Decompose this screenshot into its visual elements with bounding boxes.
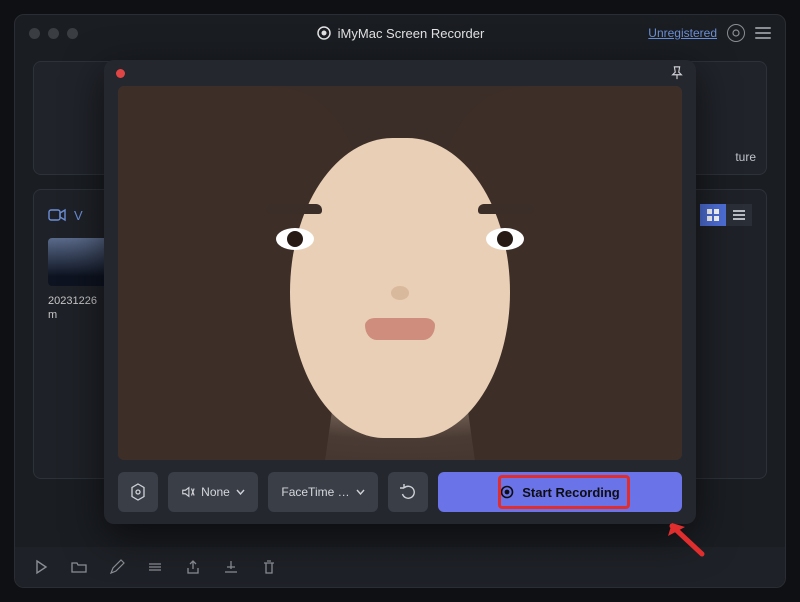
section-title-partial: V [74,208,83,223]
play-icon[interactable] [33,559,49,575]
webcam-popup: None FaceTime … Start Recording [104,60,696,524]
settings-icon[interactable] [727,24,745,42]
tool-icon-1[interactable] [147,559,163,575]
camera-select[interactable]: FaceTime … [268,472,378,512]
camera-icon [48,208,66,222]
footer-toolbar [15,547,785,587]
recording-filename: 20231226 m [48,294,110,323]
trash-icon[interactable] [261,559,277,575]
settings-button[interactable] [118,472,158,512]
list-view-button[interactable] [726,204,752,226]
maximize-dot[interactable] [67,28,78,39]
reset-button[interactable] [388,472,428,512]
hexagon-settings-icon [129,483,147,501]
undo-icon [400,484,416,500]
camera-preview [118,86,682,460]
close-dot[interactable] [29,28,40,39]
popup-header [104,60,696,86]
title-right: Unregistered [648,24,771,42]
grid-view-button[interactable] [700,204,726,226]
titlebar: iMyMac Screen Recorder Unregistered [15,15,785,51]
chevron-down-icon [236,489,245,495]
mode-label-partial: ture [735,150,756,164]
audio-label: None [201,485,230,499]
tool-icon-2[interactable] [223,559,239,575]
recording-thumbnail[interactable] [48,238,110,286]
minimize-dot[interactable] [48,28,59,39]
window-controls[interactable] [29,28,78,39]
audio-muted-icon [181,485,195,499]
folder-icon[interactable] [71,559,87,575]
app-icon [316,25,332,41]
edit-icon[interactable] [109,559,125,575]
record-icon [500,485,514,499]
unregistered-link[interactable]: Unregistered [648,26,717,40]
chevron-down-icon [356,489,365,495]
record-indicator-icon [116,69,125,78]
export-icon[interactable] [185,559,201,575]
start-recording-button[interactable]: Start Recording [438,472,682,512]
camera-label: FaceTime … [281,485,349,499]
view-toggle [700,204,752,226]
menu-icon[interactable] [755,27,771,39]
app-title: iMyMac Screen Recorder [338,26,485,41]
start-recording-label: Start Recording [522,485,620,500]
popup-toolbar: None FaceTime … Start Recording [104,460,696,524]
audio-select[interactable]: None [168,472,258,512]
pin-icon[interactable] [670,66,684,80]
